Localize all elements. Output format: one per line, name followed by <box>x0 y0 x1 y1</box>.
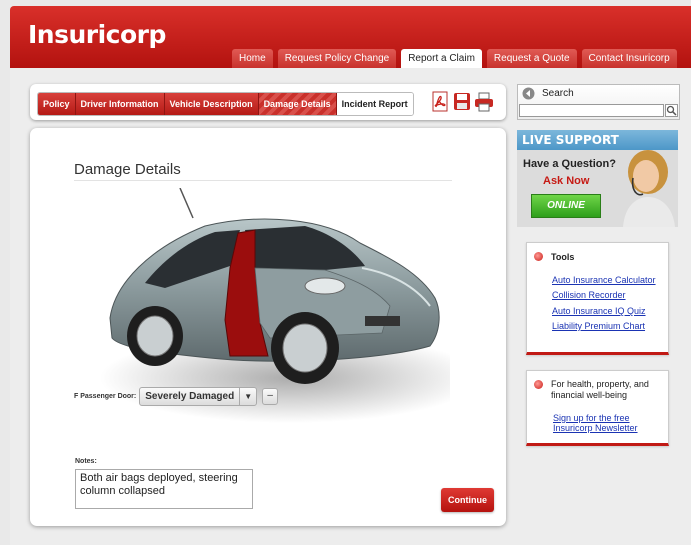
tools-title: Tools <box>551 252 575 262</box>
continue-button[interactable]: Continue <box>441 488 494 512</box>
pdf-icon[interactable] <box>430 91 450 113</box>
search-label: Search <box>542 88 574 99</box>
title-divider <box>74 180 452 181</box>
remove-damage-button[interactable]: – <box>262 387 279 405</box>
save-icon[interactable] <box>452 91 472 113</box>
damage-details-panel: Damage Details F Passenger Door: Severel… <box>30 128 506 526</box>
tool-link-iq-quiz[interactable]: Auto Insurance IQ Quiz <box>552 306 646 316</box>
tools-bullet-icon <box>534 252 543 261</box>
tool-link-liability-premium-chart[interactable]: Liability Premium Chart <box>552 321 645 331</box>
newsletter-box: For health, property, and financial well… <box>526 370 669 446</box>
nav-tab-request-a-quote[interactable]: Request a Quote <box>486 49 577 68</box>
step-tab-incident-report[interactable]: Incident Report <box>336 93 413 115</box>
main-nav: Home Request Policy Change Report a Clai… <box>232 49 682 68</box>
newsletter-signup-link[interactable]: Sign up for the free Insuricorp Newslett… <box>553 413 663 433</box>
search-panel: Search <box>517 84 680 120</box>
ask-now-link[interactable]: Ask Now <box>543 175 589 187</box>
tool-link-collision-recorder[interactable]: Collision Recorder <box>552 290 626 300</box>
live-support-question: Have a Question? <box>523 158 616 170</box>
claim-steps: Policy Driver Information Vehicle Descri… <box>37 92 414 116</box>
back-arrow-icon[interactable] <box>522 87 535 100</box>
newsletter-bullet-icon <box>534 380 543 389</box>
step-tab-driver-information[interactable]: Driver Information <box>75 93 165 115</box>
step-tab-damage-details[interactable]: Damage Details <box>258 93 337 115</box>
nav-tab-request-policy-change[interactable]: Request Policy Change <box>277 49 397 68</box>
print-icon[interactable] <box>474 91 494 113</box>
damage-field-row: F Passenger Door: Severely Damaged ▼ – <box>74 386 279 406</box>
support-agent-image <box>623 150 675 227</box>
step-tab-policy[interactable]: Policy <box>38 93 76 115</box>
notes-label: Notes: <box>75 458 97 465</box>
damage-severity-select[interactable]: Severely Damaged ▼ <box>139 386 258 406</box>
page-title: Damage Details <box>74 161 181 178</box>
notes-field[interactable]: Both air bags deployed, steering column … <box>75 469 253 509</box>
live-support-banner[interactable]: LIVE SUPPORT Have a Question? Ask Now ON… <box>517 130 678 227</box>
newsletter-text: For health, property, and financial well… <box>551 379 649 400</box>
document-actions <box>430 91 496 113</box>
claim-steps-bar: Policy Driver Information Vehicle Descri… <box>30 84 506 120</box>
search-icon[interactable] <box>665 104 678 117</box>
step-tab-vehicle-description[interactable]: Vehicle Description <box>164 93 259 115</box>
online-button[interactable]: ONLINE <box>531 194 601 218</box>
nav-tab-report-a-claim[interactable]: Report a Claim <box>401 49 482 68</box>
tool-link-auto-insurance-calculator[interactable]: Auto Insurance Calculator <box>552 275 656 285</box>
damage-field-label: F Passenger Door: <box>74 392 137 400</box>
nav-tab-contact[interactable]: Contact Insuricorp <box>581 49 677 68</box>
damage-severity-value: Severely Damaged <box>145 390 235 402</box>
tools-box: Tools Auto Insurance Calculator Collisio… <box>526 242 669 355</box>
chevron-down-icon[interactable]: ▼ <box>239 387 256 405</box>
nav-tab-home[interactable]: Home <box>232 49 273 68</box>
site-logo: Insuricorp <box>28 20 166 49</box>
search-input[interactable] <box>519 104 664 117</box>
